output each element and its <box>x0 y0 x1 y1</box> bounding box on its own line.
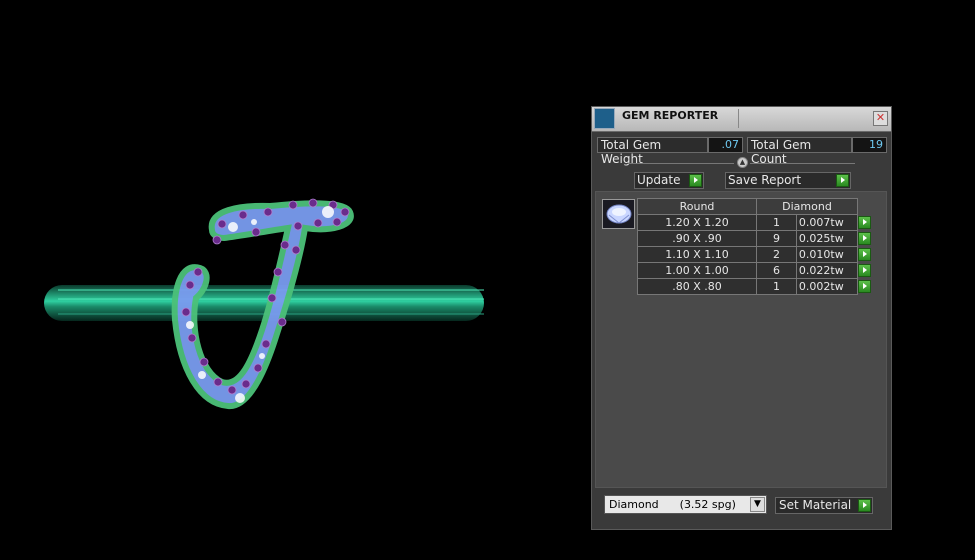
arrow-right-icon <box>858 499 871 512</box>
arrow-right-icon <box>858 279 871 293</box>
table-row[interactable]: .80 X .80 1 0.002tw <box>637 278 874 295</box>
set-material-label: Set Material <box>779 498 852 512</box>
close-icon[interactable]: ✕ <box>873 111 888 126</box>
save-report-label: Save Report <box>728 173 802 187</box>
ring-model[interactable] <box>0 0 590 556</box>
row-select-button[interactable] <box>858 247 874 263</box>
column-header-material: Diamond <box>756 198 858 215</box>
gem-count-cell: 2 <box>756 246 797 263</box>
total-gem-weight-value: .07 <box>708 137 743 153</box>
save-report-button[interactable]: Save Report <box>725 172 851 189</box>
arrow-right-icon <box>858 231 871 245</box>
table-row[interactable]: .90 X .90 9 0.025tw <box>637 230 874 247</box>
material-select-value: Diamond (3.52 spg) <box>609 498 736 511</box>
divider-right <box>750 163 855 164</box>
row-select-button[interactable] <box>858 263 874 279</box>
row-select-button[interactable] <box>858 215 874 231</box>
table-row[interactable]: 1.10 X 1.10 2 0.010tw <box>637 246 874 263</box>
round-diamond-icon <box>602 199 635 229</box>
gem-table: Round Diamond 1.20 X 1.20 1 0.007tw .90 … <box>637 198 874 295</box>
arrow-right-icon <box>858 263 871 277</box>
gem-report-icon <box>594 108 615 129</box>
row-select-button[interactable] <box>858 279 874 295</box>
chevron-down-icon[interactable]: ▼ <box>750 497 765 512</box>
title-divider <box>738 109 739 128</box>
divider-left <box>628 163 734 164</box>
update-label: Update <box>637 173 681 187</box>
panel-titlebar[interactable]: GEM REPORTER ✕ <box>592 107 891 132</box>
total-gem-count-label: Total Gem Count <box>747 137 852 166</box>
gem-size-cell: 1.00 X 1.00 <box>637 262 757 279</box>
arrow-right-icon <box>689 174 702 187</box>
set-material-button[interactable]: Set Material <box>775 497 873 514</box>
gem-size-cell: .90 X .90 <box>637 230 757 247</box>
gem-reporter-panel: GEM REPORTER ✕ Total Gem Weight .07 Tota… <box>591 106 892 530</box>
round-diamond-icon-graphic <box>606 204 632 224</box>
gem-weight-cell: 0.010tw <box>795 246 859 263</box>
arrow-right-icon <box>858 247 871 261</box>
gem-weight-cell: 0.007tw <box>795 214 859 231</box>
gem-size-cell: 1.20 X 1.20 <box>637 214 757 231</box>
gem-weight-cell: 0.002tw <box>795 278 859 295</box>
gem-count-cell: 1 <box>756 214 797 231</box>
gem-weight-cell: 0.022tw <box>795 262 859 279</box>
gem-count-cell: 6 <box>756 262 797 279</box>
material-select[interactable]: Diamond (3.52 spg) ▼ <box>604 495 767 514</box>
total-gem-count-value: 19 <box>852 137 887 153</box>
gem-size-cell: .80 X .80 <box>637 278 757 295</box>
table-row[interactable]: 1.20 X 1.20 1 0.007tw <box>637 214 874 231</box>
arrow-right-icon <box>858 215 871 229</box>
gem-count-cell: 1 <box>756 278 797 295</box>
3d-viewport[interactable] <box>0 0 590 556</box>
gem-size-cell: 1.10 X 1.10 <box>637 246 757 263</box>
arrow-right-icon <box>836 174 849 187</box>
column-header-shape: Round <box>637 198 757 215</box>
row-select-button[interactable] <box>858 231 874 247</box>
collapse-toggle-icon[interactable]: ▲ <box>737 157 748 168</box>
panel-title: GEM REPORTER <box>622 109 719 122</box>
gem-count-cell: 9 <box>756 230 797 247</box>
update-button[interactable]: Update <box>634 172 704 189</box>
gem-weight-cell: 0.025tw <box>795 230 859 247</box>
table-row[interactable]: 1.00 X 1.00 6 0.022tw <box>637 262 874 279</box>
total-gem-weight-label: Total Gem Weight <box>597 137 708 166</box>
